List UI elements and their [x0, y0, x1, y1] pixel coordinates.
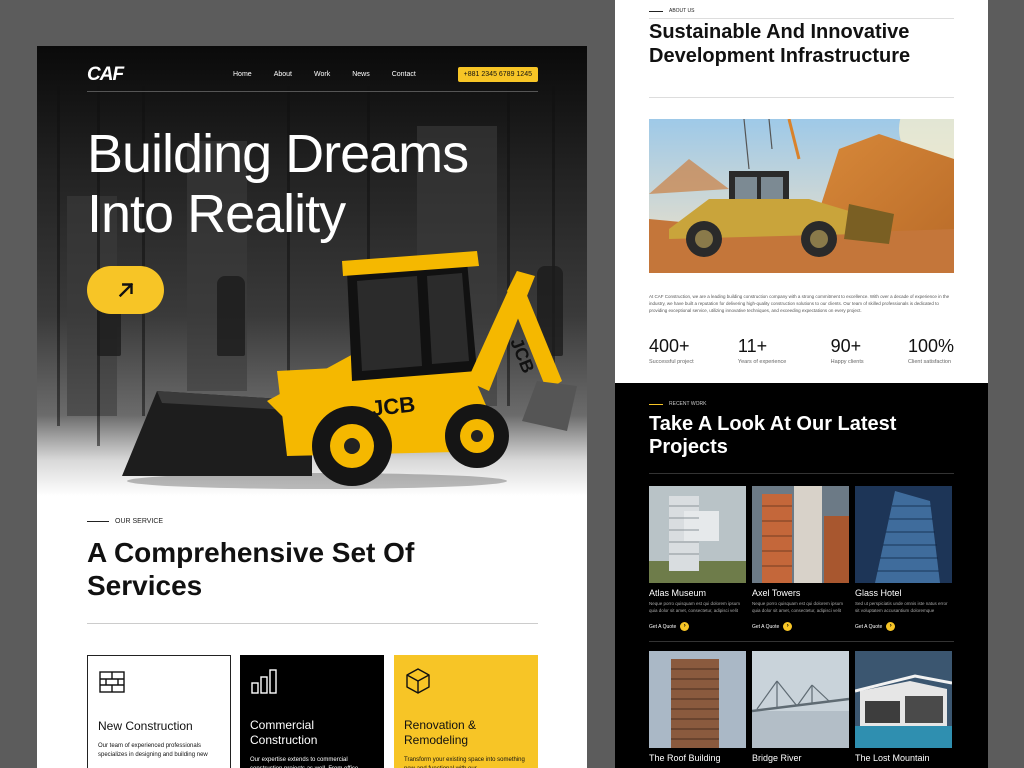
project-desc: Sed ut perspiciatis unde omnis iste natu… — [855, 601, 948, 613]
get-quote-label: Get A Quote — [649, 623, 677, 630]
divider — [649, 18, 954, 19]
project-name: Axel Towers — [752, 588, 801, 598]
services-section-tag: OUR SERVICE — [87, 518, 163, 525]
stat-happy-clients: 90+ Happy clients — [831, 336, 864, 365]
divider — [649, 473, 954, 474]
stat-client-satisfaction: 100% Client satisfaction — [908, 336, 954, 365]
stat-label: Client satisfaction — [907, 359, 952, 365]
nav-link-home[interactable]: Home — [233, 71, 252, 78]
project-card-atlas-museum[interactable]: Atlas Museum Neque porro quisquam est qu… — [649, 486, 746, 631]
logo[interactable]: CAF — [87, 64, 227, 86]
service-card-title: Renovation & Remodeling — [404, 718, 477, 747]
service-card-commercial-construction[interactable]: Commercial Construction Our expertise ex… — [240, 655, 384, 768]
backhoe-loader-image: JCB JCB — [122, 251, 577, 489]
about-title: Sustainable And Innovative Development I… — [649, 21, 911, 67]
scaffold — [57, 86, 60, 426]
stat-value: 11+ — [737, 336, 768, 356]
wheel-loader-image — [649, 119, 954, 273]
service-card-desc: Our team of experienced professionals sp… — [98, 743, 208, 758]
get-quote-link[interactable]: Get A Quote › — [855, 622, 952, 631]
brick-wall-icon — [99, 671, 125, 693]
about-description: At CAF Construction, we are a leading bu… — [649, 294, 950, 313]
arrow-right-icon: › — [783, 622, 793, 631]
stats-row: 400+ Successful project 11+ Years of exp… — [649, 336, 954, 365]
get-quote-label: Get A Quote — [752, 623, 780, 630]
recent-work-tag: RECENT WORK — [649, 401, 706, 407]
about-tag-label: ABOUT US — [669, 8, 695, 14]
get-quote-link[interactable]: Get A Quote › — [649, 622, 746, 631]
project-card-the-lost-mountain[interactable]: The Lost Mountain — [855, 651, 952, 763]
about-section-tag: ABOUT US — [649, 8, 694, 14]
nav-link-news[interactable]: News — [352, 71, 370, 78]
services-title: A Comprehensive Set Of Services — [87, 537, 415, 601]
service-card-title: Commercial Construction — [250, 718, 318, 747]
project-name: The Lost Mountain — [855, 753, 930, 763]
arrow-right-icon: › — [886, 622, 896, 631]
divider — [87, 623, 538, 624]
service-card-renovation[interactable]: Renovation & Remodeling Transform your e… — [394, 655, 538, 768]
project-name: Bridge River — [752, 753, 802, 763]
stat-label: Happy clients — [830, 359, 864, 365]
divider — [649, 97, 954, 98]
hero-title: Building Dreams Into Reality — [87, 124, 469, 244]
nav-links: Home About Work News Contact — [233, 71, 416, 78]
project-desc: Neque porro quisquam est qui dolorem ips… — [752, 601, 844, 613]
project-image — [752, 486, 849, 583]
project-image — [649, 486, 746, 583]
services-tag-label: OUR SERVICE — [115, 518, 164, 525]
stat-years-experience: 11+ Years of experience — [738, 336, 786, 365]
service-card-title: New Construction — [98, 719, 193, 733]
project-name: Atlas Museum — [649, 588, 707, 598]
recent-work-section: RECENT WORK Take A Look At Our Latest Pr… — [615, 383, 988, 768]
get-quote-link[interactable]: Get A Quote › — [752, 622, 849, 631]
nav-link-about[interactable]: About — [274, 71, 292, 78]
stat-successful-project: 400+ Successful project — [649, 336, 694, 365]
project-card-the-roof-building[interactable]: The Roof Building — [649, 651, 746, 763]
nav-link-contact[interactable]: Contact — [392, 71, 416, 78]
project-image — [855, 486, 952, 583]
arrow-right-icon: › — [680, 622, 690, 631]
project-image — [855, 651, 952, 748]
divider — [649, 641, 954, 642]
project-card-axel-towers[interactable]: Axel Towers Neque porro quisquam est qui… — [752, 486, 849, 631]
service-card-new-construction[interactable]: New Construction Our team of experienced… — [87, 655, 231, 768]
cube-icon — [406, 668, 430, 694]
project-card-bridge-river[interactable]: Bridge River — [752, 651, 849, 763]
top-nav: CAF Home About Work News Contact +881 23… — [87, 64, 538, 92]
recent-tag-label: RECENT WORK — [669, 401, 707, 407]
recent-work-title: Take A Look At Our Latest Projects — [649, 413, 897, 458]
stat-label: Years of experience — [737, 359, 787, 365]
phone-button[interactable]: +881 2345 6789 1245 — [457, 67, 538, 82]
project-name: The Roof Building — [649, 753, 721, 763]
project-image — [752, 651, 849, 748]
project-card-glass-hotel[interactable]: Glass Hotel Sed ut perspiciatis unde omn… — [855, 486, 952, 631]
get-quote-label: Get A Quote — [855, 623, 883, 630]
service-card-desc: Our expertise extends to commercial cons… — [250, 757, 358, 768]
stat-label: Successful project — [649, 359, 694, 365]
hero-section: CAF Home About Work News Contact +881 23… — [37, 46, 587, 496]
about-section: ABOUT US Sustainable And Innovative Deve… — [615, 0, 988, 383]
bar-chart-icon — [251, 669, 277, 694]
project-image — [649, 651, 746, 748]
service-card-desc: Transform your existing space into somet… — [404, 757, 525, 768]
stat-value: 90+ — [830, 336, 862, 356]
nav-link-work[interactable]: Work — [314, 71, 330, 78]
project-desc: Neque porro quisquam est qui dolorem ips… — [649, 601, 741, 613]
stat-value: 100% — [907, 336, 954, 356]
project-name: Glass Hotel — [855, 588, 902, 598]
landing-page-left: CAF Home About Work News Contact +881 23… — [37, 46, 587, 768]
stat-value: 400+ — [649, 336, 690, 356]
